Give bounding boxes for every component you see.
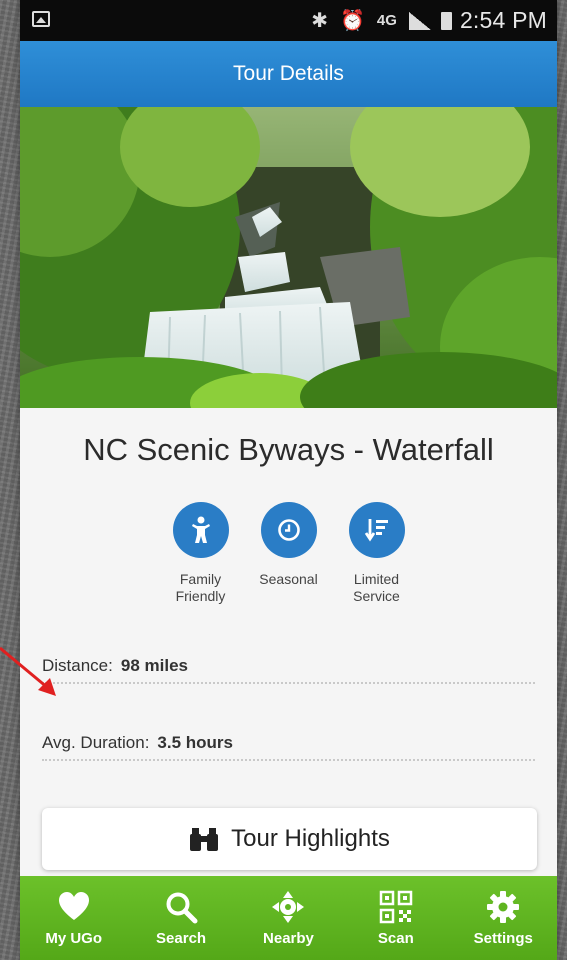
feature-label: Family Friendly	[175, 571, 226, 604]
bluetooth-icon: ✱	[311, 10, 329, 32]
gallery-icon	[32, 11, 50, 27]
distance-row: Distance: 98 miles	[42, 633, 535, 684]
status-time: 2:54 PM	[459, 7, 547, 33]
gear-icon	[487, 890, 520, 923]
duration-row: Avg. Duration: 3.5 hours	[42, 710, 535, 761]
tab-label: Scan	[377, 929, 414, 947]
feature-seasonal[interactable]: Seasonal	[253, 502, 325, 605]
phone-screen: ✱ ⏰ 4G 2:54 PM Tour Details NC Scenic By…	[20, 0, 557, 960]
app-header: Tour Details	[20, 41, 557, 107]
waterfall-photo	[20, 107, 557, 408]
feature-label: Limited Service	[353, 571, 400, 604]
family-icon	[172, 502, 229, 558]
feature-family-friendly[interactable]: Family Friendly	[165, 502, 237, 605]
tab-label: Nearby	[263, 929, 314, 947]
qr-code-icon	[379, 890, 413, 923]
tab-search[interactable]: Search	[136, 890, 226, 947]
tour-name: NC Scenic Byways - Waterfall	[83, 432, 494, 467]
distance-value: 98 miles	[120, 656, 188, 675]
page-title: Tour Details	[233, 62, 344, 85]
tab-scan[interactable]: Scan	[351, 890, 441, 947]
4g-lte-icon: 4G	[376, 12, 397, 29]
duration-label: Avg. Duration:	[42, 733, 150, 752]
status-bar: ✱ ⏰ 4G 2:54 PM	[20, 0, 557, 41]
tour-hero-image	[20, 107, 557, 408]
crosshair-icon	[272, 890, 305, 923]
tab-label: Settings	[473, 929, 533, 947]
battery-icon	[440, 11, 452, 30]
feature-label: Seasonal	[259, 571, 318, 587]
tour-highlights-label: Tour Highlights	[231, 825, 390, 852]
clock-icon	[260, 502, 317, 558]
tab-label: My UGo	[45, 929, 103, 947]
feature-limited-service[interactable]: Limited Service	[341, 502, 413, 605]
signal-icon	[408, 11, 431, 30]
duration-value: 3.5 hours	[157, 733, 234, 752]
feature-list: Family Friendly Seasonal Limited Service	[20, 502, 557, 605]
limited-service-icon	[348, 502, 405, 558]
tab-settings[interactable]: Settings	[458, 890, 548, 947]
tab-label: Search	[156, 929, 207, 947]
heart-icon	[58, 891, 89, 920]
annotation-arrow	[0, 646, 56, 696]
tab-my-ugo[interactable]: My UGo	[29, 890, 119, 947]
bottom-tab-bar: My UGo Search Nearby Scan Settings	[20, 876, 557, 960]
binoculars-icon	[190, 828, 219, 851]
search-icon	[166, 892, 198, 923]
alarm-icon: ⏰	[340, 10, 365, 32]
tour-highlights-button[interactable]: Tour Highlights	[42, 808, 537, 870]
tab-nearby[interactable]: Nearby	[243, 890, 333, 947]
tour-stats: Distance: 98 miles Avg. Duration: 3.5 ho…	[42, 633, 535, 761]
